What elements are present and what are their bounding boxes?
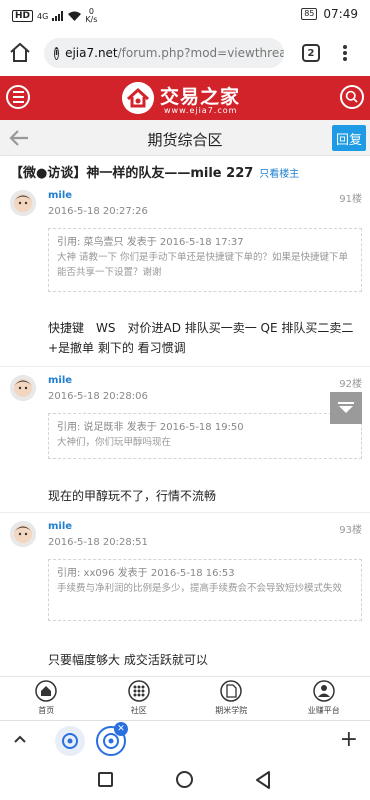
avatar[interactable]: [10, 190, 36, 216]
document-icon: [220, 680, 242, 702]
avatar[interactable]: [10, 375, 36, 401]
home-button-icon[interactable]: [176, 771, 193, 788]
site-logo[interactable]: 交易之家 www.ejia7.com: [122, 79, 252, 117]
post-time: 2016-5-18 20:27:26: [48, 206, 148, 217]
info-icon[interactable]: i: [54, 46, 60, 60]
url-path: /forum.php?mod=viewthread&: [117, 46, 284, 60]
site-favicon-icon: [62, 733, 78, 749]
network-speed: 0 K/s: [85, 7, 98, 24]
battery-indicator: 85: [301, 8, 318, 20]
menu-icon[interactable]: [6, 85, 30, 109]
url-domain: ejia7.net: [65, 46, 118, 60]
logo-name: 交易之家: [160, 86, 241, 108]
nav-item-community[interactable]: 社区: [104, 680, 174, 716]
post-quote: 引用: xx096 发表于 2016-5-18 16:53 手续费与净利润的比例…: [48, 559, 362, 621]
divider: [0, 512, 370, 513]
site-bottom-nav: 首页 社区 期米学院 业赚平台: [0, 676, 370, 720]
site-header: 交易之家 www.ejia7.com: [0, 76, 370, 120]
close-tab-icon[interactable]: ✕: [114, 722, 128, 736]
post-author[interactable]: mile: [48, 375, 72, 386]
post-quote: 引用: 菜鸟壹只 发表于 2016-5-18 17:37 大神 请教一下 你们是…: [48, 228, 362, 292]
signal-icon: [52, 11, 64, 21]
recents-icon[interactable]: [98, 772, 113, 787]
avatar[interactable]: [10, 521, 36, 547]
page-title: 期货综合区: [147, 131, 223, 149]
nav-item-home[interactable]: 首页: [11, 680, 81, 716]
nav-item-platform[interactable]: 业赚平台: [289, 680, 359, 716]
post-floor: 92楼: [339, 379, 362, 390]
home-icon[interactable]: [8, 41, 32, 65]
browser-toolbar: i ejia7.net /forum.php?mod=viewthread& 2: [0, 30, 370, 76]
chevron-down-icon: [338, 402, 354, 413]
nav-item-academy[interactable]: 期米学院: [196, 680, 266, 716]
home-icon: [35, 680, 57, 702]
tab-thumbnail[interactable]: [55, 726, 85, 756]
system-nav-bar: [0, 760, 370, 800]
scroll-down-button[interactable]: [330, 392, 362, 424]
post-item: mile 91楼 2016-5-18 20:27:26 引用: 菜鸟壹只 发表于…: [0, 190, 370, 368]
post-time: 2016-5-18 20:28:06: [48, 391, 148, 402]
logo-mark-icon: [122, 82, 154, 114]
browser-menu-icon[interactable]: [339, 42, 351, 64]
tab-switcher-button[interactable]: 2: [302, 44, 320, 62]
post-item: mile 92楼 2016-5-18 20:28:06 引用: 说足既非 发表于…: [0, 375, 370, 510]
logo-url: www.ejia7.com: [164, 106, 238, 115]
user-icon: [313, 680, 335, 702]
post-author[interactable]: mile: [48, 521, 72, 532]
browser-bottom-bar: ✕ +: [0, 720, 370, 760]
post-author[interactable]: mile: [48, 190, 72, 201]
post-item: mile 93楼 2016-5-18 20:28:51 引用: xx096 发表…: [0, 521, 370, 671]
new-tab-button[interactable]: +: [340, 727, 358, 752]
status-bar: HD 4G 0 K/s 85 07:49: [0, 0, 370, 30]
post-floor: 91楼: [339, 194, 362, 205]
reply-button[interactable]: 回复: [332, 125, 366, 151]
divider: [0, 366, 370, 367]
post-quote: 引用: 说足既非 发表于 2016-5-18 19:50 大神们，你们玩甲醇吗现…: [48, 413, 362, 459]
post-body: 现在的甲醇玩不了，行情不流畅: [48, 489, 217, 503]
post-body: 快捷键 WS 对价进AD 排队买一卖一 QE 排队买二卖二 +是撤单 剩下的 看…: [48, 321, 366, 355]
post-body: 只要幅度够大 成交活跃就可以: [48, 653, 208, 667]
grid-icon: [128, 680, 150, 702]
post-floor: 93楼: [339, 525, 362, 536]
hd-indicator: HD: [12, 10, 34, 22]
search-icon[interactable]: [340, 85, 364, 109]
wifi-icon: [68, 11, 82, 21]
chevron-up-icon[interactable]: [12, 731, 28, 747]
post-time: 2016-5-18 20:28:51: [48, 537, 148, 548]
address-bar[interactable]: i ejia7.net /forum.php?mod=viewthread&: [44, 38, 284, 68]
clock: 07:49: [323, 7, 358, 21]
only-author-link[interactable]: 只看楼主: [259, 169, 299, 180]
forum-title-bar: 期货综合区 回复: [0, 120, 370, 156]
back-icon[interactable]: [254, 770, 272, 790]
signal-label: 4G: [37, 11, 49, 21]
thread-title: 【微●访谈】神一样的队友——mile 227 只看楼主: [10, 166, 300, 181]
